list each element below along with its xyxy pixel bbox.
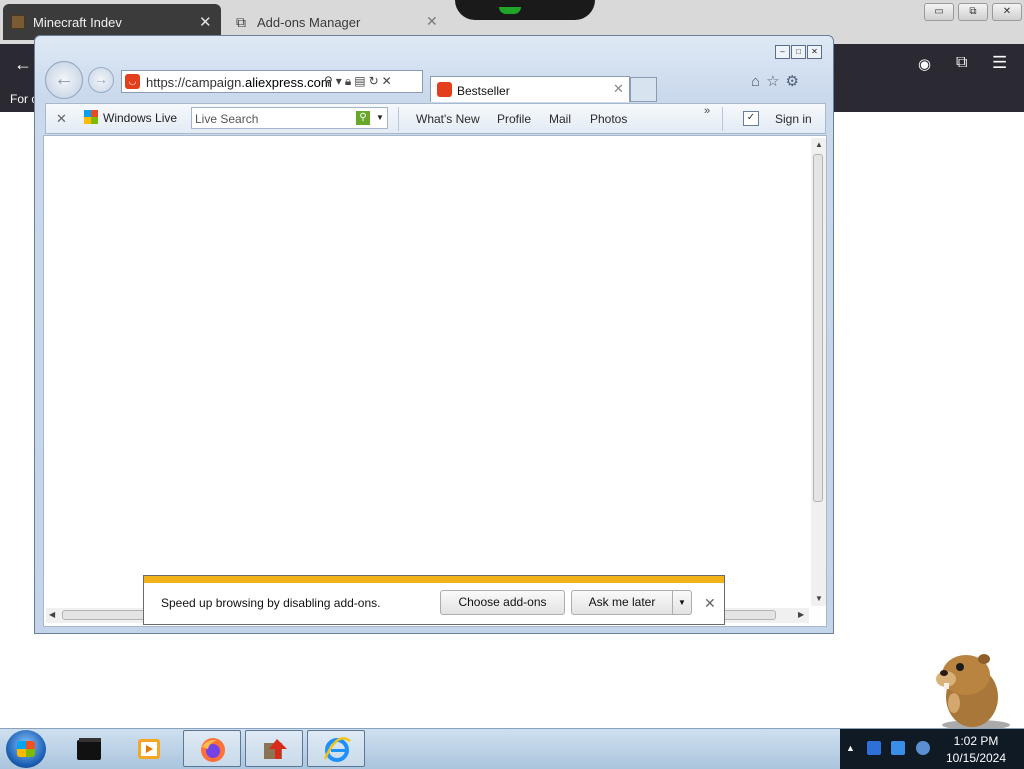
close-tab-icon[interactable]: ✕	[199, 13, 212, 31]
taskbar-media-player[interactable]	[120, 730, 178, 767]
stop-icon[interactable]: ✕	[382, 74, 395, 88]
ask-me-later-button[interactable]: Ask me later	[571, 590, 673, 615]
terminal-icon	[77, 738, 101, 760]
address-bar[interactable]: ◡ https://campaign.aliexpress.com ⚲▾🔒︎▤↻…	[121, 70, 423, 93]
taskbar-internet-explorer[interactable]	[307, 730, 365, 767]
green-indicator	[499, 7, 521, 14]
scroll-down-icon[interactable]: ▼	[815, 594, 823, 603]
system-tray: ▲ 1:02 PM 10/15/2024	[840, 729, 1024, 769]
new-tab-button[interactable]	[630, 77, 657, 102]
windows-taskbar: ▲ 1:02 PM 10/15/2024	[0, 728, 1024, 769]
minecraft-block-icon	[11, 15, 25, 29]
media-player-icon	[138, 739, 160, 759]
notification-accent	[144, 576, 724, 583]
close-tab-icon[interactable]: ✕	[613, 81, 624, 97]
back-button[interactable]: ←	[45, 61, 83, 99]
choose-addons-button[interactable]: Choose add-ons	[440, 590, 565, 615]
network-icon[interactable]	[891, 741, 905, 755]
aliexpress-favicon-icon: ◡	[125, 74, 140, 89]
dropdown-icon[interactable]: ▾	[336, 74, 345, 88]
divider	[398, 107, 399, 131]
close-window-button[interactable]: ✕	[992, 3, 1022, 21]
puzzle-icon: ⧉	[236, 14, 246, 30]
minimize-button[interactable]: ▭	[924, 3, 954, 21]
live-search-input[interactable]: Live Search ⚲ ▼	[191, 107, 388, 129]
forward-button[interactable]: →	[88, 67, 114, 93]
compat-view-icon[interactable]: ▤	[354, 74, 368, 88]
tab-title: Minecraft Indev	[33, 15, 122, 30]
game-app-icon	[264, 739, 287, 759]
taskbar-firefox[interactable]	[183, 730, 241, 767]
scroll-up-icon[interactable]: ▲	[815, 140, 823, 149]
vertical-scrollbar[interactable]: ▲ ▼	[811, 138, 826, 606]
search-placeholder: Live Search	[195, 112, 259, 126]
windows-flag-icon	[84, 110, 98, 124]
close-window-button[interactable]: ✕	[807, 45, 822, 59]
addons-notification-bar: Speed up browsing by disabling add-ons. …	[143, 575, 725, 625]
close-tab-icon[interactable]: ✕	[426, 13, 438, 30]
restore-button[interactable]: ⧉	[958, 3, 988, 21]
windows-live-label: Windows Live	[103, 111, 178, 125]
ask-later-dropdown-icon[interactable]: ▼	[672, 590, 692, 615]
search-go-icon[interactable]: ⚲	[356, 111, 370, 125]
lock-icon[interactable]: 🔒︎	[345, 74, 354, 88]
firefox-icon	[201, 738, 225, 762]
link-mail[interactable]: Mail	[549, 112, 571, 126]
windows-live-button[interactable]: Windows Live	[84, 110, 177, 125]
taskbar-game-app[interactable]	[245, 730, 303, 767]
ie-tab-bestseller[interactable]: Bestseller ✕	[430, 76, 630, 102]
aliexpress-favicon-icon	[437, 82, 452, 97]
chevron-down-icon[interactable]: ▼	[376, 113, 384, 122]
notification-message: Speed up browsing by disabling add-ons.	[161, 596, 381, 610]
internet-explorer-window: – □ ✕ ← → ◡ https://campaign.aliexpress.…	[34, 35, 834, 634]
more-chevron-icon[interactable]: »	[704, 105, 710, 117]
start-button[interactable]	[6, 730, 46, 768]
pocket-icon[interactable]: ◉	[918, 55, 931, 73]
tray-app-icon[interactable]	[867, 741, 881, 755]
home-icon[interactable]: ⌂	[751, 73, 766, 90]
windows-logo-icon	[17, 741, 35, 757]
close-toolbar-icon[interactable]: ✕	[56, 111, 67, 127]
clock-time[interactable]: 1:02 PM	[936, 734, 1016, 748]
volume-icon[interactable]	[916, 741, 930, 755]
close-notification-icon[interactable]: ✕	[704, 595, 716, 612]
windows-live-toolbar: ✕ Windows Live Live Search ⚲ ▼ What's Ne…	[45, 103, 826, 134]
link-photos[interactable]: Photos	[590, 112, 627, 126]
refresh-icon[interactable]: ↻	[369, 74, 382, 88]
scroll-thumb[interactable]	[813, 154, 823, 502]
taskbar-terminal-app[interactable]	[60, 730, 118, 767]
scroll-left-icon[interactable]: ◀	[49, 610, 55, 619]
search-icon[interactable]: ⚲	[324, 74, 336, 88]
sign-in-link[interactable]: Sign in	[775, 112, 812, 126]
extensions-icon[interactable]: ⧉	[956, 54, 967, 72]
link-whats-new[interactable]: What's New	[416, 112, 480, 126]
gopher-mascot-image	[914, 645, 1014, 730]
checkbox-icon[interactable]: ✓	[743, 111, 759, 126]
overlay-notch	[455, 0, 595, 20]
internet-explorer-icon	[323, 737, 351, 762]
clock-date[interactable]: 10/15/2024	[936, 751, 1016, 765]
show-hidden-icons-icon[interactable]: ▲	[846, 743, 855, 753]
maximize-button[interactable]: □	[791, 45, 806, 59]
minimize-button[interactable]: –	[775, 45, 790, 59]
tab-title: Add-ons Manager	[257, 15, 361, 30]
address-url[interactable]: https://campaign.aliexpress.com	[146, 75, 332, 90]
address-tools: ⚲▾🔒︎▤↻✕	[324, 74, 395, 89]
back-arrow-icon[interactable]: ←	[14, 54, 32, 75]
gear-icon[interactable]: ⚙	[786, 73, 805, 90]
divider	[722, 107, 723, 131]
scroll-right-icon[interactable]: ▶	[798, 610, 804, 619]
link-profile[interactable]: Profile	[497, 112, 531, 126]
tab-title: Bestseller	[457, 84, 510, 98]
ie-right-toolbar: ⌂☆⚙	[751, 72, 805, 90]
page-content[interactable]: ▲ ▼ ◀ ▶	[43, 135, 827, 627]
hamburger-menu-icon[interactable]: ☰	[992, 53, 1007, 73]
favorites-star-icon[interactable]: ☆	[766, 73, 785, 90]
